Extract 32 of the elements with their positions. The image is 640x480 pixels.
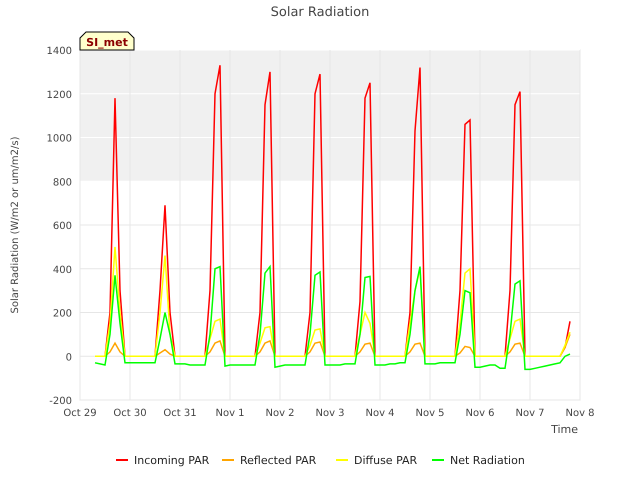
legend-item: Incoming PAR: [116, 454, 210, 467]
x-tick-label: Nov 1: [215, 408, 245, 419]
chart-title: Solar Radiation: [270, 5, 370, 20]
y-tick-label: 800: [52, 177, 72, 188]
x-tick-label: Oct 29: [63, 408, 97, 419]
x-tick-label: Oct 30: [113, 408, 147, 419]
x-tick-label: Nov 6: [465, 408, 495, 419]
y-tick-label: 400: [52, 264, 72, 276]
legend-label: Incoming PAR: [134, 454, 210, 467]
y-tick-label: -200: [49, 396, 72, 407]
x-tick-label: Oct 31: [163, 408, 197, 419]
y-tick-label: 1000: [46, 134, 72, 144]
y-tick-label: 0: [66, 352, 72, 364]
x-tick-label: Nov 3: [315, 408, 345, 419]
x-tick-label: Nov 4: [365, 408, 395, 419]
y-tick-label: 200: [52, 308, 72, 320]
legend-item: Diffuse PAR: [336, 454, 418, 467]
x-axis-title: Time: [551, 423, 578, 436]
y-axis-title: Solar Radiation (W/m2 or um/m2/s): [10, 136, 21, 314]
x-tick-label: Nov 7: [515, 408, 545, 419]
legend-label: Diffuse PAR: [354, 454, 418, 467]
x-tick-label: Nov 8: [565, 408, 595, 419]
legend-label: Reflected PAR: [240, 454, 317, 467]
x-tick-label: Nov 2: [265, 408, 295, 419]
x-tick-label: Nov 5: [415, 408, 445, 419]
legend-item: Reflected PAR: [222, 454, 316, 467]
legend-item: Net Radiation: [432, 454, 525, 467]
y-tick-label: 1200: [46, 90, 72, 101]
legend-label: Net Radiation: [450, 454, 525, 467]
y-tick-label: 600: [52, 221, 72, 232]
y-tick-label: 1400: [46, 46, 72, 57]
station-label: SI_met: [86, 36, 128, 49]
